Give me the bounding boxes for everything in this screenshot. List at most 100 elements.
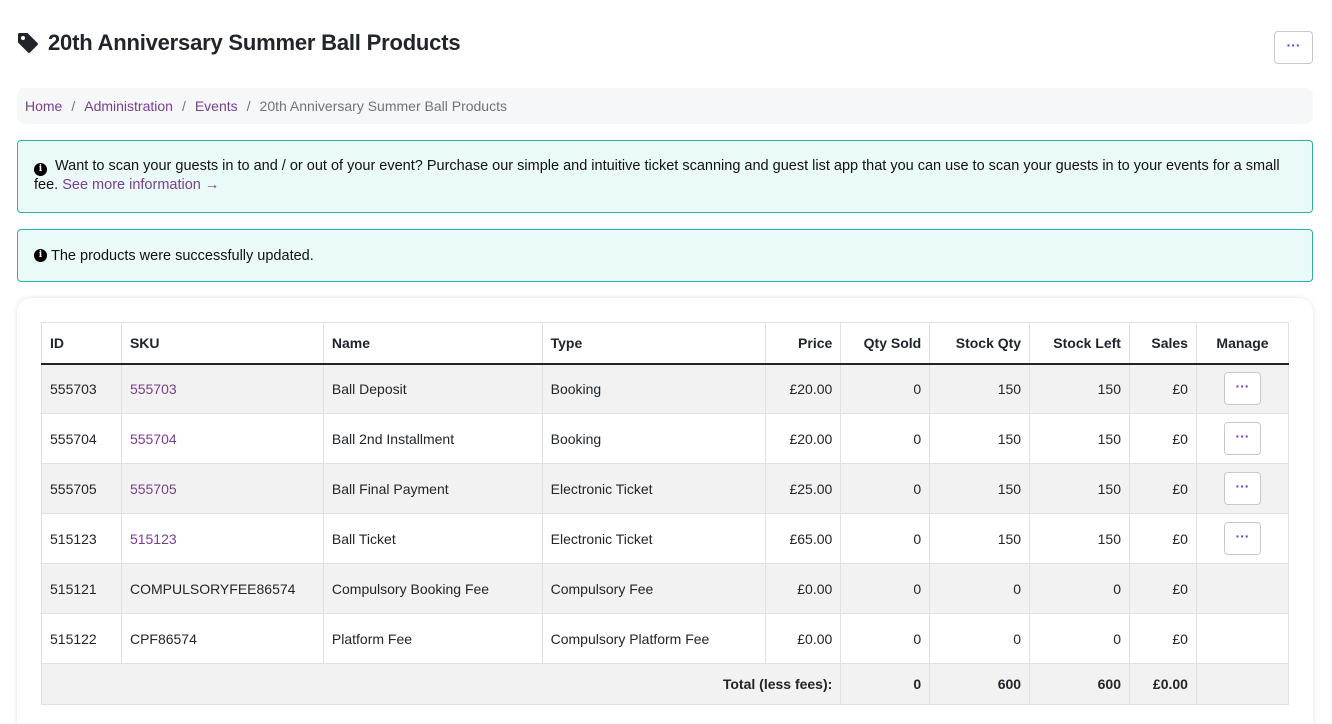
cell-id: 555705	[41, 463, 122, 514]
column-header-qty-sold[interactable]: Qty Sold	[840, 322, 931, 365]
column-header-sku[interactable]: SKU	[120, 322, 324, 365]
cell-type: Electronic Ticket	[541, 513, 767, 564]
table-row: 555705 555705 Ball Final Payment Electro…	[41, 463, 1290, 514]
tag-icon	[17, 32, 39, 54]
manage-button[interactable]: ···	[1223, 522, 1261, 555]
cell-manage: ···	[1195, 463, 1290, 514]
ellipsis-icon: ···	[1235, 527, 1250, 544]
cell-sales: £0	[1128, 363, 1197, 414]
cell-name: Ball 2nd Installment	[322, 413, 543, 464]
breadcrumb-separator: /	[71, 98, 76, 114]
products-card: ID SKU Name Type Price Qty Sold Stock Qt…	[17, 298, 1313, 724]
breadcrumb-administration-link[interactable]: Administration	[84, 98, 173, 114]
cell-type: Compulsory Fee	[541, 563, 767, 614]
total-manage-empty	[1195, 663, 1290, 705]
cell-qty-sold: 0	[840, 463, 931, 514]
table-total-row: Total (less fees): 0 600 600 £0.00	[40, 663, 1290, 705]
cell-price: £20.00	[765, 413, 842, 464]
column-header-sales[interactable]: Sales	[1128, 322, 1197, 365]
cell-qty-sold: 0	[840, 513, 931, 564]
cell-sku: 555704	[120, 413, 324, 464]
table-row: 555703 555703 Ball Deposit Booking £20.0…	[41, 363, 1290, 414]
success-text: The products were successfully updated.	[51, 247, 314, 264]
cell-id: 515121	[41, 563, 122, 614]
cell-stock-left: 150	[1029, 463, 1130, 514]
cell-stock-qty: 150	[929, 363, 1031, 414]
cell-price: £20.00	[765, 363, 842, 414]
page-header: 20th Anniversary Summer Ball Products ··…	[17, 28, 1313, 68]
page-title-text: 20th Anniversary Summer Ball Products	[48, 30, 461, 55]
breadcrumb-separator: /	[181, 98, 186, 114]
cell-sku: COMPULSORYFEE86574	[120, 563, 324, 614]
cell-manage	[1195, 563, 1290, 614]
cell-qty-sold: 0	[840, 613, 931, 664]
cell-sales: £0	[1128, 463, 1197, 514]
breadcrumb-events-link[interactable]: Events	[195, 98, 238, 114]
table-row: 515122 CPF86574 Platform Fee Compulsory …	[41, 613, 1290, 664]
column-header-stock-qty[interactable]: Stock Qty	[929, 322, 1031, 365]
total-qty-sold: 0	[840, 663, 931, 705]
breadcrumb-current: 20th Anniversary Summer Ball Products	[259, 98, 507, 114]
cell-stock-left: 0	[1029, 563, 1130, 614]
cell-qty-sold: 0	[840, 563, 931, 614]
ellipsis-icon: ···	[1235, 427, 1250, 444]
page: 20th Anniversary Summer Ball Products ··…	[0, 0, 1332, 724]
sku-link[interactable]: 515123	[130, 531, 177, 547]
cell-stock-left: 150	[1029, 413, 1130, 464]
cell-name: Ball Ticket	[322, 513, 543, 564]
cell-id: 555703	[41, 363, 122, 414]
column-header-name[interactable]: Name	[322, 322, 543, 365]
cell-price: £65.00	[765, 513, 842, 564]
column-header-id[interactable]: ID	[41, 322, 122, 365]
ellipsis-icon: ···	[1286, 36, 1301, 53]
column-header-manage: Manage	[1195, 322, 1290, 365]
cell-manage: ···	[1195, 413, 1290, 464]
manage-button[interactable]: ···	[1223, 422, 1261, 455]
table-header-row: ID SKU Name Type Price Qty Sold Stock Qt…	[41, 322, 1290, 365]
table-row: 555704 555704 Ball 2nd Installment Booki…	[41, 413, 1290, 464]
table-row: 515123 515123 Ball Ticket Electronic Tic…	[41, 513, 1290, 564]
cell-stock-qty: 150	[929, 513, 1031, 564]
cell-sku: 515123	[120, 513, 324, 564]
cell-sales: £0	[1128, 563, 1197, 614]
manage-button[interactable]: ···	[1223, 472, 1261, 505]
cell-qty-sold: 0	[840, 413, 931, 464]
cell-manage: ···	[1195, 363, 1290, 414]
column-header-stock-left[interactable]: Stock Left	[1029, 322, 1130, 365]
cell-sales: £0	[1128, 613, 1197, 664]
cell-price: £0.00	[765, 613, 842, 664]
page-title: 20th Anniversary Summer Ball Products	[17, 30, 461, 56]
cell-price: £25.00	[765, 463, 842, 514]
breadcrumb-home-link[interactable]: Home	[25, 98, 62, 114]
ellipsis-icon: ···	[1235, 477, 1250, 494]
sku-link[interactable]: 555705	[130, 481, 177, 497]
see-more-information-link[interactable]: See more information →	[62, 177, 219, 193]
success-alert: i The products were successfully updated…	[17, 229, 1313, 282]
manage-button[interactable]: ···	[1223, 372, 1261, 406]
column-header-price[interactable]: Price	[765, 322, 842, 365]
total-stock-qty: 600	[929, 663, 1031, 705]
cell-type: Compulsory Platform Fee	[541, 613, 767, 664]
products-table: ID SKU Name Type Price Qty Sold Stock Qt…	[40, 322, 1290, 705]
cell-stock-left: 150	[1029, 513, 1130, 564]
cell-type: Electronic Ticket	[541, 463, 767, 514]
sku-link[interactable]: 555704	[130, 431, 177, 447]
sku-link[interactable]: 555703	[130, 381, 177, 397]
total-label: Total (less fees):	[40, 663, 842, 705]
total-sales: £0.00	[1128, 663, 1197, 705]
cell-stock-left: 0	[1029, 613, 1130, 664]
info-icon: i	[34, 249, 47, 262]
cell-stock-qty: 0	[929, 563, 1031, 614]
cell-type: Booking	[541, 413, 767, 464]
breadcrumb-separator: /	[246, 98, 251, 114]
column-header-type[interactable]: Type	[541, 322, 767, 365]
cell-sku: 555703	[120, 363, 324, 414]
page-options-button[interactable]: ···	[1274, 31, 1313, 64]
scan-info-alert: i Want to scan your guests in to and / o…	[17, 140, 1313, 213]
cell-price: £0.00	[765, 563, 842, 614]
cell-sales: £0	[1128, 513, 1197, 564]
breadcrumb: Home / Administration / Events / 20th An…	[17, 88, 1313, 124]
scan-info-text: Want to scan your guests in to and / or …	[34, 158, 1280, 193]
cell-name: Compulsory Booking Fee	[322, 563, 543, 614]
cell-stock-qty: 0	[929, 613, 1031, 664]
